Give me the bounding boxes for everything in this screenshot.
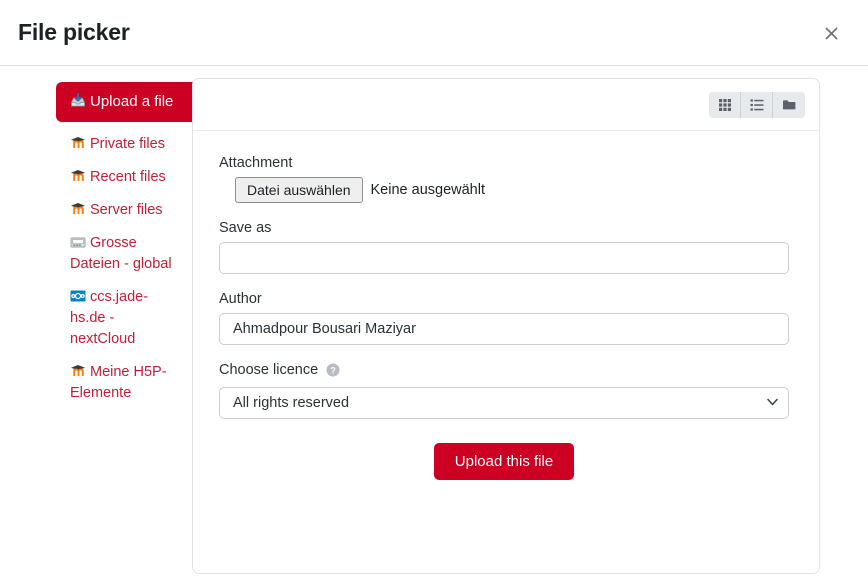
upload-this-file-button[interactable]: Upload this file <box>433 443 575 480</box>
sidebar-item-meine-h5p-elemente[interactable]: Meine H5P-Elemente <box>70 356 180 410</box>
list-view-button[interactable] <box>741 91 773 118</box>
upload-form: Attachment Datei auswählen Keine ausgewä… <box>193 131 819 573</box>
sidebar-item-label: Server files <box>90 201 163 218</box>
author-input[interactable] <box>219 313 789 345</box>
licence-field: Choose licence ? <box>219 362 789 419</box>
close-glyph <box>824 26 838 40</box>
view-toolbar <box>193 79 819 131</box>
attachment-field: Attachment Datei auswählen Keine ausgewä… <box>219 155 789 203</box>
page-title: File picker <box>18 19 130 45</box>
file-picker-content: Attachment Datei auswählen Keine ausgewä… <box>180 78 868 586</box>
sidebar-item-private-files[interactable]: Private files <box>70 128 180 161</box>
moodle-m-icon <box>70 135 86 151</box>
author-field: Author <box>219 291 789 345</box>
submit-row: Upload this file <box>219 443 789 480</box>
save-as-label: Save as <box>219 220 272 236</box>
modal-body: Upload a file Private files Recent files <box>0 66 868 586</box>
nextcloud-icon <box>70 288 86 304</box>
sidebar-item-label: Recent files <box>90 168 166 185</box>
svg-text:?: ? <box>330 365 336 375</box>
sidebar-item-recent-files[interactable]: Recent files <box>70 161 180 194</box>
close-icon[interactable] <box>820 22 842 44</box>
sidebar-item-label: Private files <box>90 135 165 152</box>
computer-icon <box>70 234 86 250</box>
list-icon <box>750 98 763 111</box>
save-as-input[interactable] <box>219 242 789 274</box>
folder-icon <box>782 99 795 109</box>
sidebar-item-ccs-jade-hs-de-nextcloud[interactable]: ccs.jade-hs.de - nextCloud <box>70 281 180 356</box>
licence-select-wrap <box>219 387 789 419</box>
view-mode-group <box>709 91 805 118</box>
author-label: Author <box>219 291 262 307</box>
attachment-label: Attachment <box>219 155 293 171</box>
selected-file-status: Keine ausgewählt <box>370 182 485 198</box>
tree-view-button[interactable] <box>773 91 805 118</box>
repository-sidebar: Upload a file Private files Recent files <box>0 78 236 586</box>
upload-panel: Attachment Datei auswählen Keine ausgewä… <box>192 78 820 574</box>
file-input-row: Datei auswählen Keine ausgewählt <box>219 177 789 203</box>
modal-header: File picker <box>0 0 868 66</box>
licence-label: Choose licence <box>219 362 319 378</box>
sidebar-item-label: Upload a file <box>90 93 174 110</box>
question-mark-icon[interactable]: ? <box>326 363 340 381</box>
licence-label-row: Choose licence ? <box>219 362 789 381</box>
upload-tray-icon <box>70 93 86 109</box>
moodle-m-icon <box>70 201 86 217</box>
browse-file-button[interactable]: Datei auswählen <box>235 177 363 203</box>
grid-view-button[interactable] <box>709 91 741 118</box>
moodle-m-icon <box>70 363 86 379</box>
sidebar-item-grosse-dateien-global[interactable]: Grosse Dateien - global <box>70 227 180 281</box>
grid-icon <box>718 98 731 111</box>
save-as-field: Save as <box>219 220 789 274</box>
sidebar-item-server-files[interactable]: Server files <box>70 194 180 227</box>
moodle-m-icon <box>70 168 86 184</box>
licence-select[interactable] <box>219 387 789 419</box>
